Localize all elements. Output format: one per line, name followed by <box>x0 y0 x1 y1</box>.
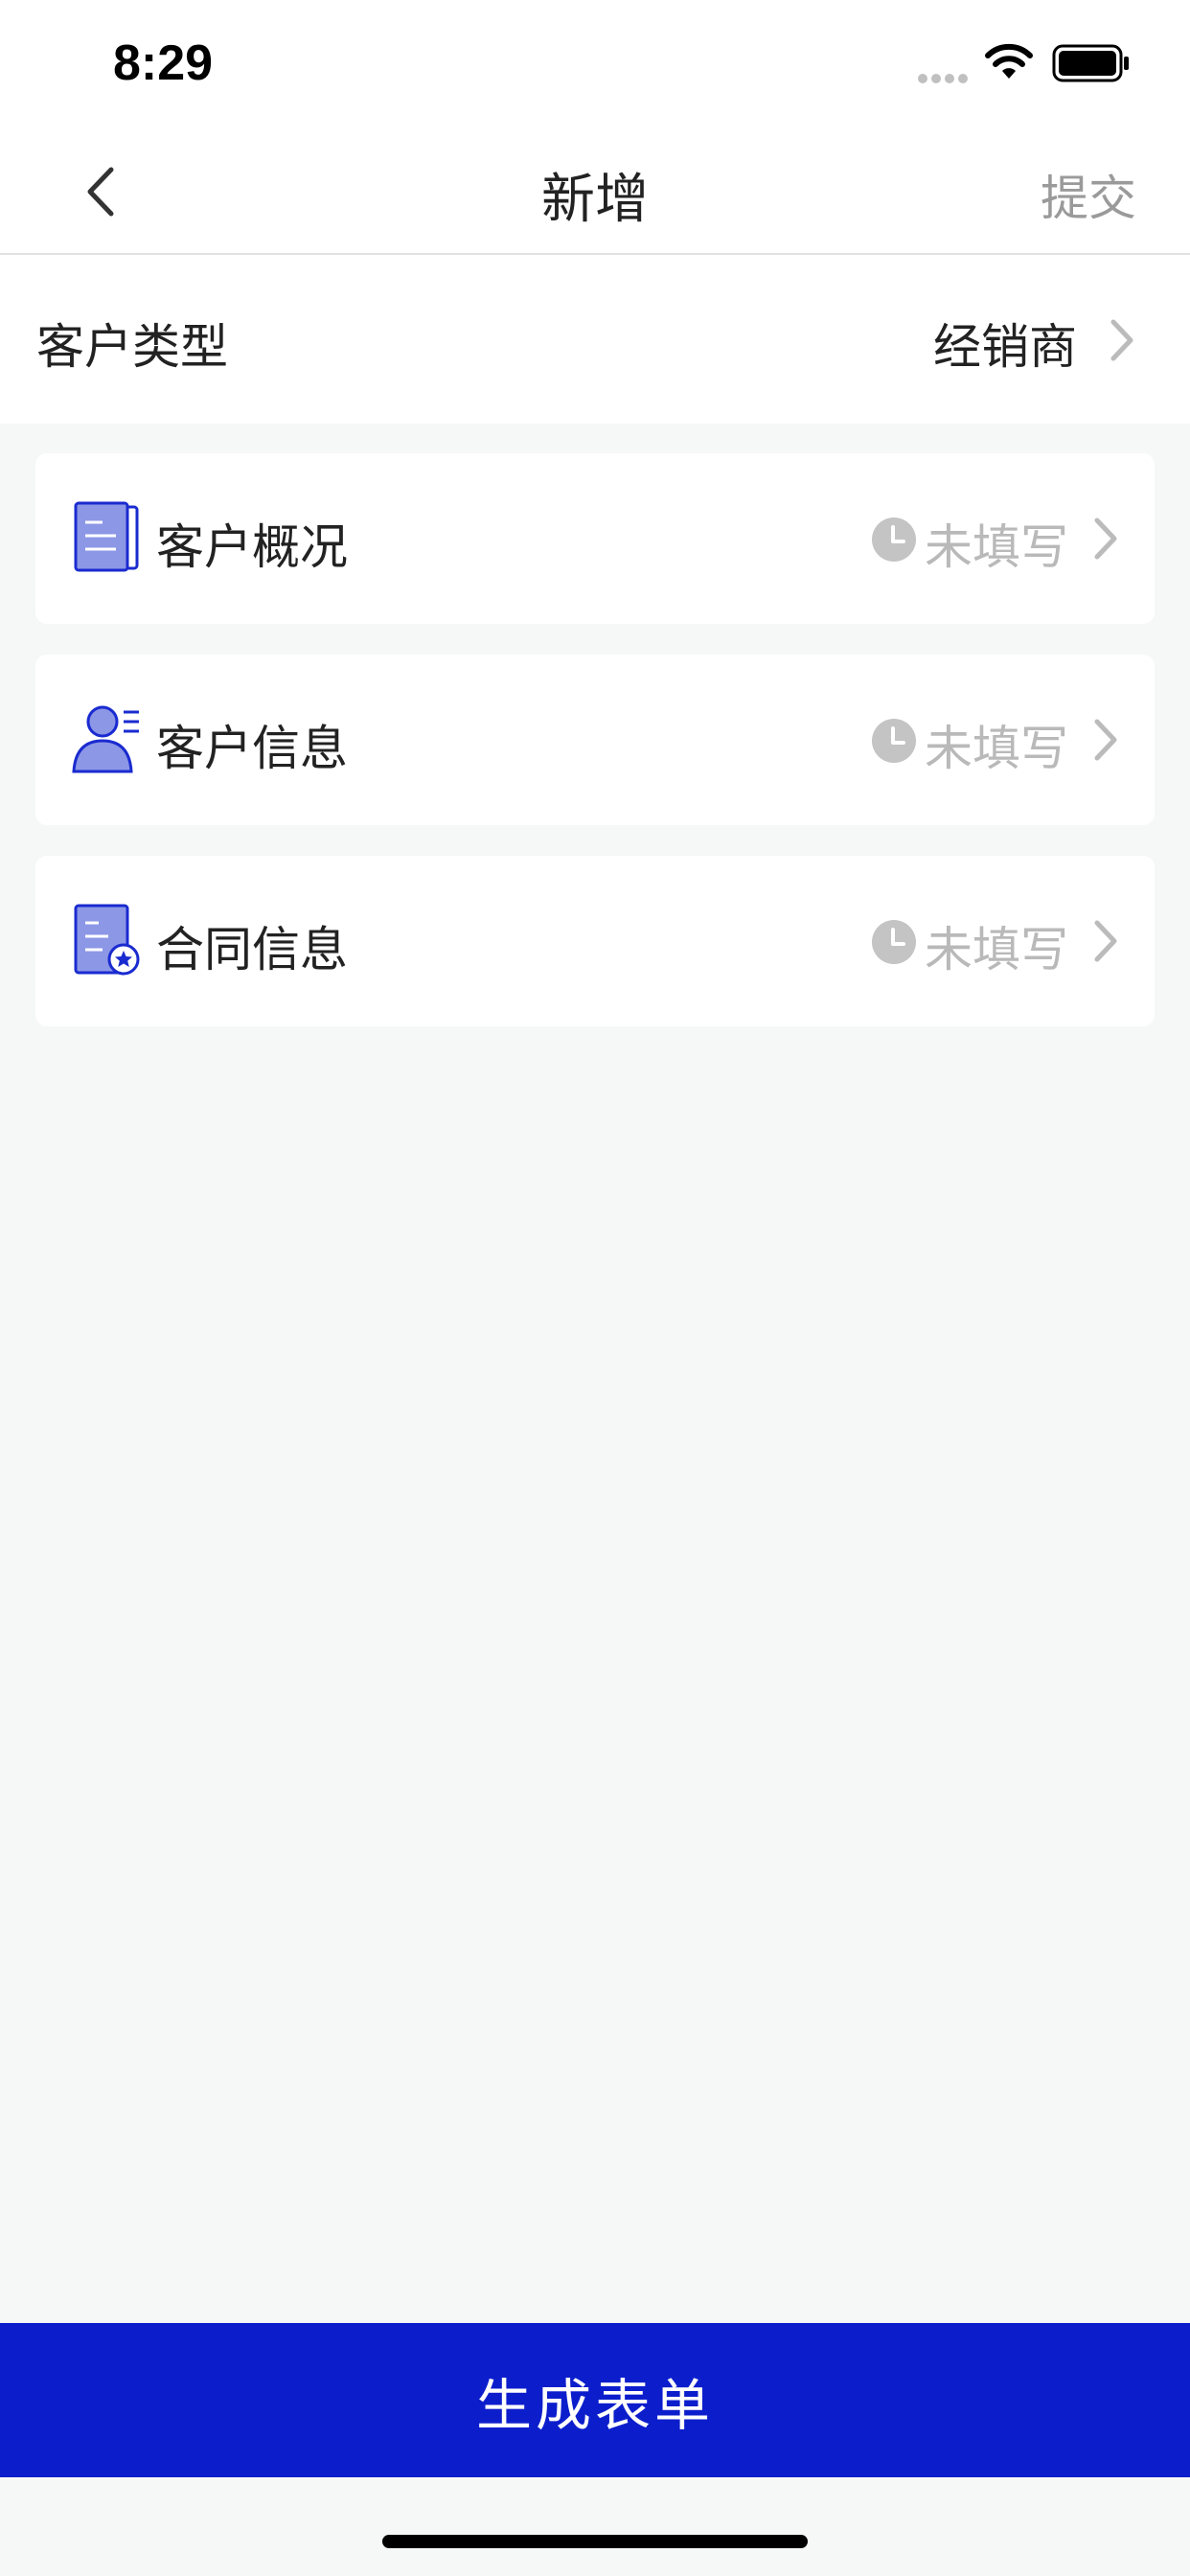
chevron-right-icon <box>1094 518 1117 560</box>
page-title: 新增 <box>541 169 649 231</box>
status-time: 8:29 <box>113 35 214 91</box>
clock-icon <box>872 518 916 562</box>
clock-icon <box>872 719 916 763</box>
section-title: 客户信息 <box>156 721 348 776</box>
chevron-right-icon <box>1094 920 1117 962</box>
clock-icon <box>872 920 916 964</box>
submit-button[interactable]: 提交 <box>1041 160 1136 229</box>
section-card-contract-info[interactable]: 合同信息 未填写 <box>35 856 1155 1026</box>
generate-form-button[interactable]: 生成表单 <box>0 2323 1190 2477</box>
customer-type-row[interactable]: 客户类型 经销商 <box>0 255 1190 424</box>
nav-bar: 新增 提交 <box>0 129 1190 255</box>
section-title: 客户概况 <box>156 519 348 575</box>
section-card-customer-info[interactable]: 客户信息 未填写 <box>35 655 1155 825</box>
status-bar: 8:29 <box>0 0 1190 129</box>
section-card-overview[interactable]: 客户概况 未填写 <box>35 453 1155 624</box>
chevron-right-icon <box>1110 319 1133 361</box>
section-status: 未填写 <box>925 922 1068 978</box>
signal-icon <box>918 69 972 87</box>
document-icon <box>74 501 139 572</box>
section-title: 合同信息 <box>156 922 348 978</box>
chevron-right-icon <box>1094 719 1117 761</box>
contract-icon <box>74 904 140 976</box>
home-indicator <box>382 2535 808 2548</box>
wifi-icon <box>985 43 1033 79</box>
customer-type-value: 经销商 <box>933 319 1077 375</box>
person-icon <box>72 705 139 773</box>
customer-type-label: 客户类型 <box>36 319 228 375</box>
battery-icon <box>1052 44 1129 82</box>
section-status: 未填写 <box>925 721 1068 776</box>
section-status: 未填写 <box>925 519 1068 575</box>
